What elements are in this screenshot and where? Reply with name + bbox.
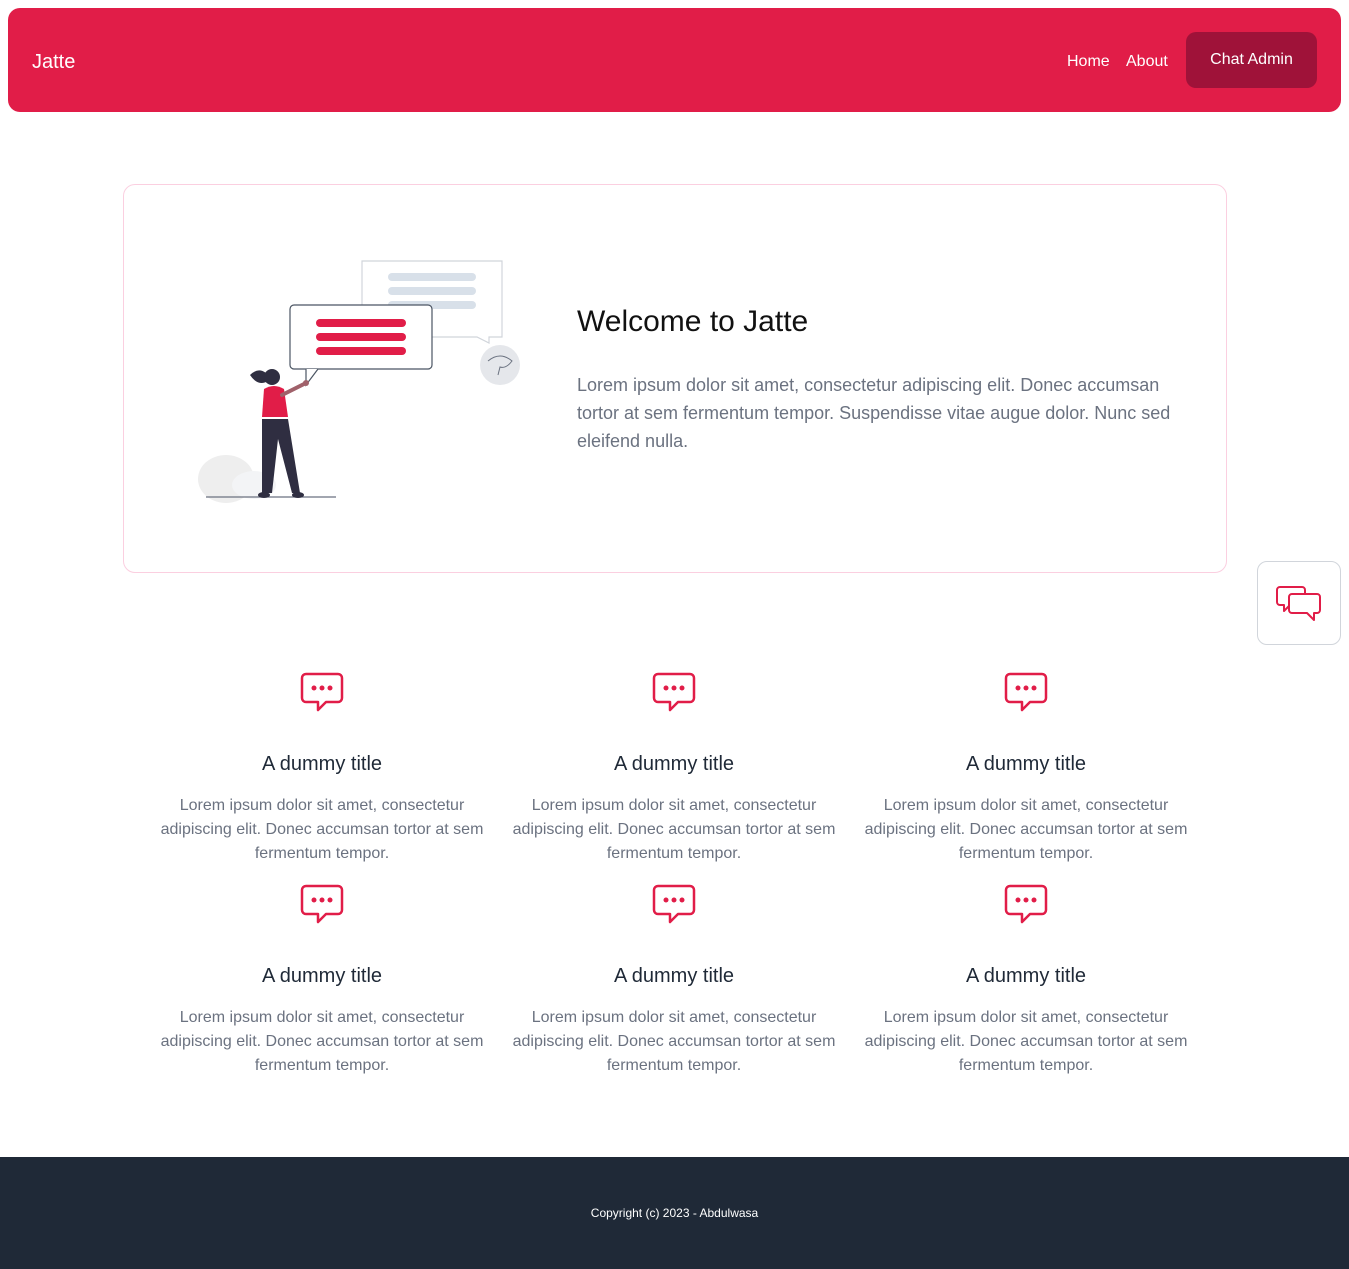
navbar: Jatte Home About Chat Admin xyxy=(8,8,1341,112)
feature-text: Lorem ipsum dolor sit amet, consectetur … xyxy=(160,797,484,862)
feature-title: A dummy title xyxy=(965,753,1087,775)
feature-card: A dummy title Lorem ipsum dolor sit amet… xyxy=(850,882,1202,1087)
chat-bubble-dots-icon xyxy=(652,884,696,924)
chat-admin-button[interactable]: Chat Admin xyxy=(1186,32,1317,88)
chat-bubble-dots-icon xyxy=(652,672,696,712)
feature-title: A dummy title xyxy=(613,753,735,775)
floating-chat-button[interactable] xyxy=(1257,561,1341,645)
person-with-chat-bubbles-illustration xyxy=(198,260,520,503)
feature-card: A dummy title Lorem ipsum dolor sit amet… xyxy=(850,670,1202,875)
feature-text: Lorem ipsum dolor sit amet, consectetur … xyxy=(160,1009,484,1074)
feature-title: A dummy title xyxy=(965,965,1087,987)
feature-title: A dummy title xyxy=(261,965,383,987)
footer: Copyright (c) 2023 - Abdulwasa xyxy=(0,1157,1349,1269)
feature-title: A dummy title xyxy=(613,965,735,987)
chat-bubble-dots-icon xyxy=(300,884,344,924)
feature-text: Lorem ipsum dolor sit amet, consectetur … xyxy=(864,797,1188,862)
copyright-text: Copyright (c) 2023 - Abdulwasa xyxy=(590,1206,759,1220)
chat-bubble-dots-icon xyxy=(1004,884,1048,924)
feature-text: Lorem ipsum dolor sit amet, consectetur … xyxy=(512,797,836,862)
chat-bubble-dots-icon xyxy=(300,672,344,712)
hero-title: Welcome to Jatte xyxy=(577,305,809,338)
feature-card: A dummy title Lorem ipsum dolor sit amet… xyxy=(498,882,850,1087)
feature-text: Lorem ipsum dolor sit amet, consectetur … xyxy=(864,1009,1188,1074)
brand-logo[interactable]: Jatte xyxy=(32,48,75,76)
feature-title: A dummy title xyxy=(261,753,383,775)
feature-text: Lorem ipsum dolor sit amet, consectetur … xyxy=(512,1009,836,1074)
nav-link-home[interactable]: Home xyxy=(1067,51,1110,73)
feature-card: A dummy title Lorem ipsum dolor sit amet… xyxy=(146,670,498,875)
feature-card: A dummy title Lorem ipsum dolor sit amet… xyxy=(146,882,498,1087)
hero-description: Lorem ipsum dolor sit amet, consectetur … xyxy=(577,375,1171,451)
chat-bubbles-icon xyxy=(1276,586,1321,621)
nav-link-about[interactable]: About xyxy=(1126,51,1168,73)
hero-card: Welcome to Jatte Lorem ipsum dolor sit a… xyxy=(123,184,1227,573)
chat-bubble-dots-icon xyxy=(1004,672,1048,712)
feature-card: A dummy title Lorem ipsum dolor sit amet… xyxy=(498,670,850,875)
